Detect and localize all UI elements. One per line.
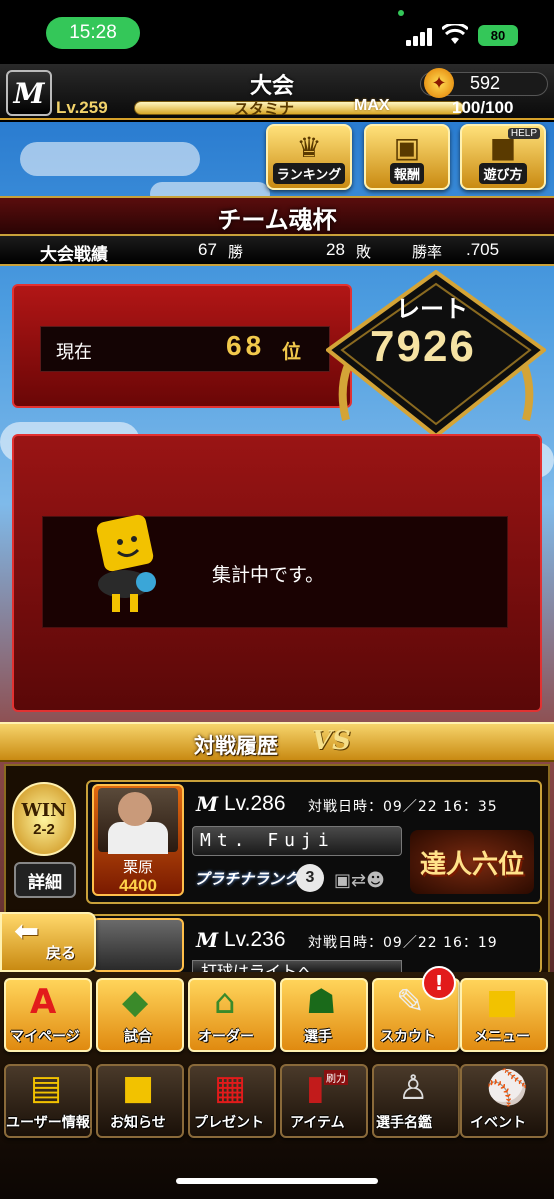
losses-count: 28 bbox=[326, 240, 345, 259]
battle-date: 対戦日時：09／22 16：35 bbox=[308, 799, 498, 815]
player-name: 栗原 bbox=[122, 858, 153, 876]
lineup-field-icon: ⌂ bbox=[214, 982, 236, 1022]
nav-label: メニュー bbox=[474, 1029, 530, 1045]
record-label: 大会戦績 bbox=[40, 245, 108, 265]
home-indicator[interactable] bbox=[176, 1178, 378, 1184]
rank-label: 現在 bbox=[56, 342, 92, 363]
opponent-level: Lv.236 bbox=[224, 928, 286, 951]
gift-box-icon: ▦ bbox=[214, 1068, 247, 1108]
link-icon: ▣⇄☻ bbox=[334, 869, 385, 891]
howto-button[interactable]: ■ 遊び方 HELP bbox=[460, 124, 546, 190]
crown-icon: ♛ bbox=[296, 131, 322, 164]
nav-label: 選手名鑑 bbox=[376, 1115, 432, 1131]
stamina-row: Lv.259 スタミナ MAX 100/100 bbox=[52, 97, 552, 118]
rank-position: 68 bbox=[226, 330, 266, 361]
opponent-rank: プラチナランク bbox=[194, 870, 300, 888]
screen-title: 大会 bbox=[250, 74, 295, 99]
opponent-team-logo: M bbox=[196, 792, 219, 816]
opponent-name: 打球はライトへ bbox=[201, 962, 314, 972]
stamina-max-label: MAX bbox=[354, 97, 390, 114]
game-header: M 大会 ✦ 592 Lv.259 スタミナ MAX 100/100 bbox=[0, 64, 554, 120]
stamina-value: 100/100 bbox=[452, 98, 514, 117]
status-message: 集計中です。 bbox=[212, 564, 325, 586]
reward-button[interactable]: ▣ 報酬 bbox=[364, 124, 450, 190]
nav-label: ユーザー情報 bbox=[6, 1115, 90, 1131]
player-uniform bbox=[108, 822, 168, 854]
nav-label: オーダー bbox=[198, 1029, 254, 1045]
opponent-name-box: 打球はライトへ bbox=[192, 960, 402, 972]
opponent-level: Lv.286 bbox=[224, 792, 286, 815]
player-score: 4400 bbox=[119, 876, 157, 895]
battle-date: 対戦日時：09／22 16：19 bbox=[308, 935, 498, 951]
opponent-player-card[interactable] bbox=[92, 918, 184, 972]
back-label: 戻る bbox=[46, 944, 77, 962]
cell-signal-icon bbox=[406, 28, 434, 46]
baseball-bats-icon: ⚾ bbox=[486, 1068, 529, 1108]
back-arrow-icon: ⬅ bbox=[14, 914, 40, 949]
status-bar: 15:28 80 bbox=[0, 0, 554, 64]
wins-unit: 勝 bbox=[228, 243, 244, 261]
player-batting-icon: ♙ bbox=[398, 1068, 429, 1108]
recording-dot bbox=[398, 10, 404, 16]
nav-label: スカウト bbox=[380, 1029, 436, 1045]
rank-unit: 位 bbox=[282, 341, 302, 363]
scout-notebook-icon: ✎ bbox=[396, 982, 425, 1022]
win-badge: WIN 2-2 bbox=[12, 782, 76, 856]
vs-emblem: VS bbox=[312, 726, 351, 756]
rate-value: 7926 bbox=[370, 322, 476, 371]
help-tag: HELP bbox=[507, 128, 540, 139]
player-face bbox=[118, 792, 152, 826]
coin-icon: ✦ bbox=[424, 68, 454, 98]
nav-label: イベント bbox=[470, 1115, 526, 1131]
stamina-label: スタミナ bbox=[234, 100, 295, 118]
scout-alert-badge: ! bbox=[422, 966, 456, 1000]
nav-label: マイページ bbox=[10, 1029, 80, 1045]
mascot-icon bbox=[96, 514, 156, 612]
mascot-news-icon: ■ bbox=[122, 1068, 155, 1108]
win-label: WIN bbox=[21, 800, 67, 821]
user-card-icon: ▤ bbox=[30, 1068, 63, 1108]
history-title: 対戦履歴 bbox=[194, 734, 278, 758]
detail-button[interactable]: 詳細 bbox=[14, 862, 76, 898]
baseball-field-icon: ◆ bbox=[122, 982, 149, 1022]
player-silhouette-icon: ☗ bbox=[306, 982, 337, 1022]
opponent-name: Mt. Fuji bbox=[200, 830, 335, 851]
nav-label: お知らせ bbox=[110, 1115, 166, 1131]
player-level: Lv.259 bbox=[56, 98, 108, 117]
rank-level-badge: 3 bbox=[296, 864, 324, 892]
team-logo[interactable]: M bbox=[6, 70, 52, 116]
rate-label: レート bbox=[396, 295, 468, 323]
item-book-icon: ▮ bbox=[306, 1068, 325, 1108]
nav-label: プレゼント bbox=[194, 1115, 264, 1131]
team-a-icon: A bbox=[30, 982, 57, 1022]
win-rate-value: .705 bbox=[466, 240, 500, 259]
wins-count: 67 bbox=[198, 240, 217, 259]
title-badge: 達人六位 bbox=[410, 830, 534, 894]
cup-title: チーム魂杯 bbox=[217, 206, 337, 234]
losses-unit: 敗 bbox=[356, 243, 372, 261]
treasure-chest-icon: ▣ bbox=[393, 131, 421, 164]
battery-indicator: 80 bbox=[478, 25, 518, 46]
nav-label: アイテム bbox=[290, 1115, 345, 1131]
wifi-icon bbox=[442, 24, 468, 44]
nav-label: 選手 bbox=[304, 1029, 332, 1045]
item-tag: 刷力 bbox=[324, 1070, 348, 1085]
ranking-button[interactable]: ♛ ランキング bbox=[266, 124, 352, 190]
opponent-team-logo: M bbox=[196, 928, 219, 952]
win-score: 2-2 bbox=[33, 821, 55, 838]
mascot-menu-icon: ■ bbox=[486, 982, 519, 1022]
coin-value: 592 bbox=[470, 73, 501, 93]
stamina-bar bbox=[134, 101, 464, 115]
nav-label: 試合 bbox=[124, 1029, 152, 1045]
clock: 15:28 bbox=[46, 17, 140, 49]
win-rate-label: 勝率 bbox=[412, 243, 443, 261]
